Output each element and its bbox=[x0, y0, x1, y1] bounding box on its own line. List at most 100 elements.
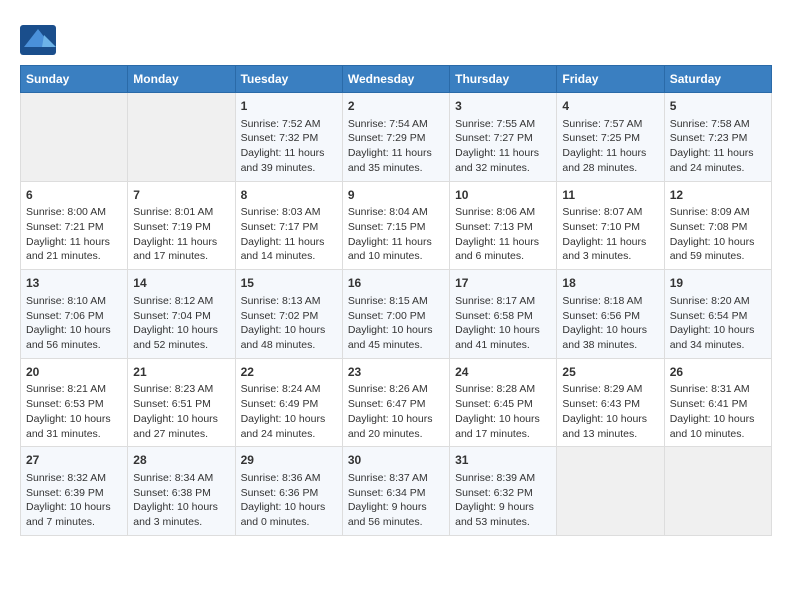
calendar-cell: 14 Sunrise: 8:12 AM Sunset: 7:04 PM Dayligh… bbox=[128, 270, 235, 359]
sunrise-text: Sunrise: 7:57 AM bbox=[562, 118, 642, 130]
sunset-text: Sunset: 7:08 PM bbox=[670, 221, 748, 233]
sunset-text: Sunset: 6:41 PM bbox=[670, 398, 748, 410]
calendar-week-row: 6Sunrise: 8:00 AMSunset: 7:21 PMDaylight… bbox=[21, 181, 772, 270]
sunset-text: Sunset: 7:29 PM bbox=[348, 132, 426, 144]
sunrise-text: Sunrise: 8:15 AM bbox=[348, 295, 428, 307]
day-number: 27 bbox=[26, 452, 122, 469]
calendar-cell: 30Sunrise: 8:37 AMSunset: 6:34 PMDayligh… bbox=[342, 447, 449, 536]
sunrise-text: Sunrise: 7:52 AM bbox=[241, 118, 321, 130]
calendar-cell bbox=[557, 447, 664, 536]
calendar-cell: 11Sunrise: 8:07 AMSunset: 7:10 PMDayligh… bbox=[557, 181, 664, 270]
daylight-text: Daylight: 11 hours and 32 minutes. bbox=[455, 147, 539, 174]
calendar-cell: 19Sunrise: 8:20 AMSunset: 6:54 PMDayligh… bbox=[664, 270, 771, 359]
sunrise-text: Sunrise: 8:03 AM bbox=[241, 206, 321, 218]
daylight-text: Daylight: 10 hours and 27 minutes. bbox=[133, 413, 218, 440]
weekday-header-row: SundayMondayTuesdayWednesdayThursdayFrid… bbox=[21, 66, 772, 93]
calendar-cell: 1Sunrise: 7:52 AMSunset: 7:32 PMDaylight… bbox=[235, 93, 342, 182]
day-number: 23 bbox=[348, 364, 444, 381]
day-number: 30 bbox=[348, 452, 444, 469]
sunset-text: Sunset: 7:17 PM bbox=[241, 221, 319, 233]
sunset-text: Sunset: 6:49 PM bbox=[241, 398, 319, 410]
calendar-cell: 18Sunrise: 8:18 AMSunset: 6:56 PMDayligh… bbox=[557, 270, 664, 359]
calendar-cell: 17Sunrise: 8:17 AMSunset: 6:58 PMDayligh… bbox=[450, 270, 557, 359]
calendar-cell: 31Sunrise: 8:39 AMSunset: 6:32 PMDayligh… bbox=[450, 447, 557, 536]
calendar-cell: 12 Sunrise: 8:09 AM Sunset: 7:08 PM Dayligh… bbox=[664, 181, 771, 270]
calendar-table: SundayMondayTuesdayWednesdayThursdayFrid… bbox=[20, 65, 772, 536]
day-number: 31 bbox=[455, 452, 551, 469]
weekday-header: Wednesday bbox=[342, 66, 449, 93]
daylight-text: Daylight: 10 hours and 41 minutes. bbox=[455, 324, 540, 351]
daylight-text: Daylight: 10 hours and 17 minutes. bbox=[455, 413, 540, 440]
sunset-text: Sunset: 7:25 PM bbox=[562, 132, 640, 144]
sunrise-text: Sunrise: 8:12 AM bbox=[133, 295, 213, 307]
calendar-cell: 27Sunrise: 8:32 AMSunset: 6:39 PMDayligh… bbox=[21, 447, 128, 536]
sunrise-text: Sunrise: 7:54 AM bbox=[348, 118, 428, 130]
sunrise-text: Sunrise: 8:21 AM bbox=[26, 383, 106, 395]
day-number: 13 bbox=[26, 275, 122, 292]
logo-icon bbox=[20, 25, 56, 55]
day-number: 26 bbox=[670, 364, 766, 381]
sunrise-text: Sunrise: 8:06 AM bbox=[455, 206, 535, 218]
day-number: 6 bbox=[26, 187, 122, 204]
daylight-text: Daylight: 11 hours and 21 minutes. bbox=[26, 236, 110, 263]
day-number: 9 bbox=[348, 187, 444, 204]
calendar-cell: 23Sunrise: 8:26 AMSunset: 6:47 PMDayligh… bbox=[342, 358, 449, 447]
calendar-cell: 5Sunrise: 7:58 AMSunset: 7:23 PMDaylight… bbox=[664, 93, 771, 182]
sunrise-text: Sunrise: 8:07 AM bbox=[562, 206, 642, 218]
sunset-text: Sunset: 6:38 PM bbox=[133, 487, 211, 499]
daylight-text: Daylight: 10 hours and 59 minutes. bbox=[670, 236, 755, 263]
calendar-cell: 2 Sunrise: 7:54 AM Sunset: 7:29 PM Daylight… bbox=[342, 93, 449, 182]
day-number: 2 bbox=[348, 98, 444, 115]
day-number: 1 bbox=[241, 98, 337, 115]
sunrise-text: Sunrise: 8:29 AM bbox=[562, 383, 642, 395]
calendar-cell: 3Sunrise: 7:55 AMSunset: 7:27 PMDaylight… bbox=[450, 93, 557, 182]
daylight-text: Daylight: 9 hours and 53 minutes. bbox=[455, 501, 534, 528]
daylight-text: Daylight: 10 hours and 45 minutes. bbox=[348, 324, 433, 351]
calendar-cell: 26Sunrise: 8:31 AMSunset: 6:41 PMDayligh… bbox=[664, 358, 771, 447]
calendar-week-row: 20Sunrise: 8:21 AMSunset: 6:53 PMDayligh… bbox=[21, 358, 772, 447]
weekday-header: Tuesday bbox=[235, 66, 342, 93]
day-number: 5 bbox=[670, 98, 766, 115]
daylight-text: Daylight: 11 hours and 3 minutes. bbox=[562, 236, 646, 263]
sunset-text: Sunset: 7:27 PM bbox=[455, 132, 533, 144]
weekday-header: Thursday bbox=[450, 66, 557, 93]
calendar-cell: 15Sunrise: 8:13 AMSunset: 7:02 PMDayligh… bbox=[235, 270, 342, 359]
day-number: 18 bbox=[562, 275, 658, 292]
calendar-cell: 28Sunrise: 8:34 AMSunset: 6:38 PMDayligh… bbox=[128, 447, 235, 536]
sunset-text: Sunset: 6:32 PM bbox=[455, 487, 533, 499]
sunrise-text: Sunrise: 8:28 AM bbox=[455, 383, 535, 395]
daylight-text: Daylight: 10 hours and 52 minutes. bbox=[133, 324, 218, 351]
day-number: 21 bbox=[133, 364, 229, 381]
sunrise-text: Sunrise: 7:55 AM bbox=[455, 118, 535, 130]
logo bbox=[20, 25, 60, 55]
weekday-header: Friday bbox=[557, 66, 664, 93]
calendar-cell: 10Sunrise: 8:06 AMSunset: 7:13 PMDayligh… bbox=[450, 181, 557, 270]
day-number: 12 bbox=[670, 187, 766, 204]
daylight-text: Daylight: 10 hours and 31 minutes. bbox=[26, 413, 111, 440]
daylight-text: Daylight: 10 hours and 48 minutes. bbox=[241, 324, 326, 351]
daylight-text: Daylight: 11 hours and 14 minutes. bbox=[241, 236, 325, 263]
daylight-text: Daylight: 11 hours and 28 minutes. bbox=[562, 147, 646, 174]
sunset-text: Sunset: 7:21 PM bbox=[26, 221, 104, 233]
calendar-week-row: 1Sunrise: 7:52 AMSunset: 7:32 PMDaylight… bbox=[21, 93, 772, 182]
calendar-cell bbox=[664, 447, 771, 536]
sunset-text: Sunset: 6:36 PM bbox=[241, 487, 319, 499]
day-number: 8 bbox=[241, 187, 337, 204]
day-number: 14 bbox=[133, 275, 229, 292]
sunset-text: Sunset: 6:56 PM bbox=[562, 310, 640, 322]
daylight-text: Daylight: 10 hours and 3 minutes. bbox=[133, 501, 218, 528]
calendar-cell: 25Sunrise: 8:29 AMSunset: 6:43 PMDayligh… bbox=[557, 358, 664, 447]
calendar-week-row: 27Sunrise: 8:32 AMSunset: 6:39 PMDayligh… bbox=[21, 447, 772, 536]
sunrise-text: Sunrise: 8:26 AM bbox=[348, 383, 428, 395]
calendar-cell: 7Sunrise: 8:01 AMSunset: 7:19 PMDaylight… bbox=[128, 181, 235, 270]
sunrise-text: Sunrise: 8:32 AM bbox=[26, 472, 106, 484]
daylight-text: Daylight: 11 hours and 35 minutes. bbox=[348, 147, 432, 174]
daylight-text: Daylight: 11 hours and 10 minutes. bbox=[348, 236, 432, 263]
sunset-text: Sunset: 7:04 PM bbox=[133, 310, 211, 322]
daylight-text: Daylight: 11 hours and 24 minutes. bbox=[670, 147, 754, 174]
sunrise-text: Sunrise: 8:09 AM bbox=[670, 206, 750, 218]
sunset-text: Sunset: 7:15 PM bbox=[348, 221, 426, 233]
daylight-text: Daylight: 10 hours and 13 minutes. bbox=[562, 413, 647, 440]
sunrise-text: Sunrise: 8:01 AM bbox=[133, 206, 213, 218]
sunrise-text: Sunrise: 8:31 AM bbox=[670, 383, 750, 395]
